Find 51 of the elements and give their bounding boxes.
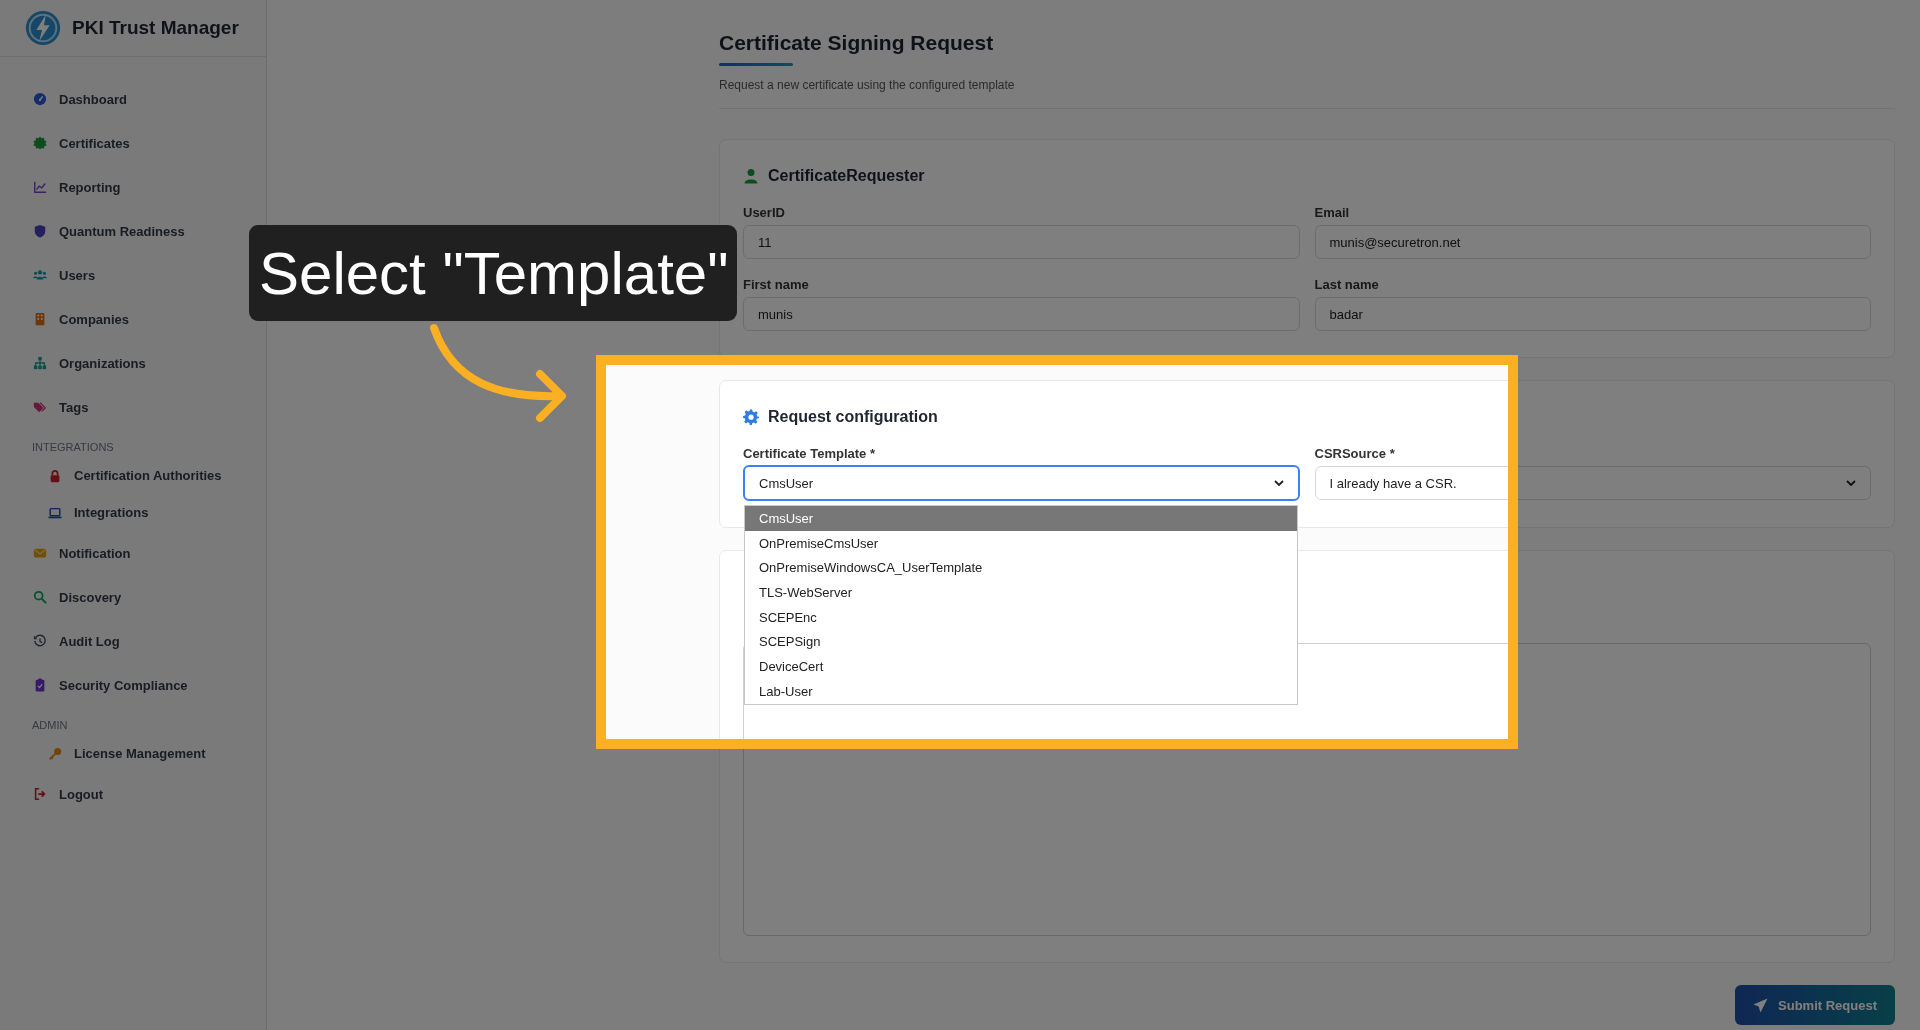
tags-icon — [33, 400, 47, 414]
select-field[interactable]: CmsUser — [743, 465, 1300, 501]
section-title: Request configuration — [768, 408, 938, 426]
text-field[interactable]: munis — [743, 297, 1300, 331]
history-icon — [33, 634, 47, 648]
section-heading: INTEGRATIONS — [31, 440, 114, 455]
chevron-icon — [1846, 480, 1856, 486]
app-title: PKI Trust Manager — [72, 17, 239, 39]
dropdown-option[interactable]: CmsUser — [745, 506, 1297, 531]
building-icon — [33, 312, 47, 326]
text-field[interactable]: 11 — [743, 225, 1300, 259]
laptop-icon — [48, 505, 62, 520]
section-title: CertificateRequester — [768, 167, 925, 185]
logout-icon — [33, 787, 47, 801]
chevron-icon — [1273, 480, 1284, 486]
gear-icon — [743, 409, 759, 425]
text-field[interactable]: badar — [1314, 297, 1871, 331]
select-field[interactable]: I already have a CSR. — [1314, 466, 1871, 500]
dropdown-option[interactable]: Lab-User — [745, 678, 1297, 704]
gauge-icon — [33, 92, 47, 106]
dropdown-option[interactable]: SCEPEnc — [745, 604, 1297, 630]
dropdown-option[interactable]: TLS-WebServer — [745, 580, 1297, 605]
person-icon — [743, 168, 759, 184]
field-label: First name — [743, 277, 810, 292]
search-icon — [33, 590, 47, 604]
field-label: Certificate Template * — [743, 446, 876, 461]
field-label: UserID — [743, 205, 786, 220]
page-subtitle: Request a new certificate using the configured template — [719, 78, 1016, 92]
paper-plane-icon — [1753, 997, 1768, 1013]
submit-button[interactable]: Submit Request — [1735, 985, 1895, 1025]
field-label: CSRSource * — [1314, 446, 1396, 461]
tutorial-callout: Select "Template" — [249, 225, 737, 321]
text-field[interactable]: munis@securetron.net — [1314, 225, 1871, 259]
envelope-icon — [33, 546, 47, 560]
sitemap-icon — [33, 356, 47, 370]
field-label: Last name — [1314, 277, 1380, 292]
dropdown-option[interactable]: SCEPSign — [745, 629, 1297, 655]
people-icon — [33, 268, 47, 282]
seal-icon — [33, 136, 47, 150]
dropdown-option[interactable]: DeviceCert — [745, 654, 1297, 679]
clipboard-icon — [33, 678, 47, 692]
dropdown-option[interactable]: OnPremiseWindowsCA_UserTemplate — [745, 555, 1297, 581]
key-icon — [48, 746, 62, 761]
lock-icon — [48, 468, 62, 483]
dropdown-option[interactable]: OnPremiseCmsUser — [745, 530, 1297, 556]
logo-icon — [24, 9, 62, 47]
section-heading: ADMIN — [31, 718, 68, 733]
chart-icon — [33, 180, 47, 194]
field-label: Email — [1314, 205, 1351, 220]
page-title: Certificate Signing Request — [719, 31, 995, 55]
shield-icon — [33, 224, 47, 238]
